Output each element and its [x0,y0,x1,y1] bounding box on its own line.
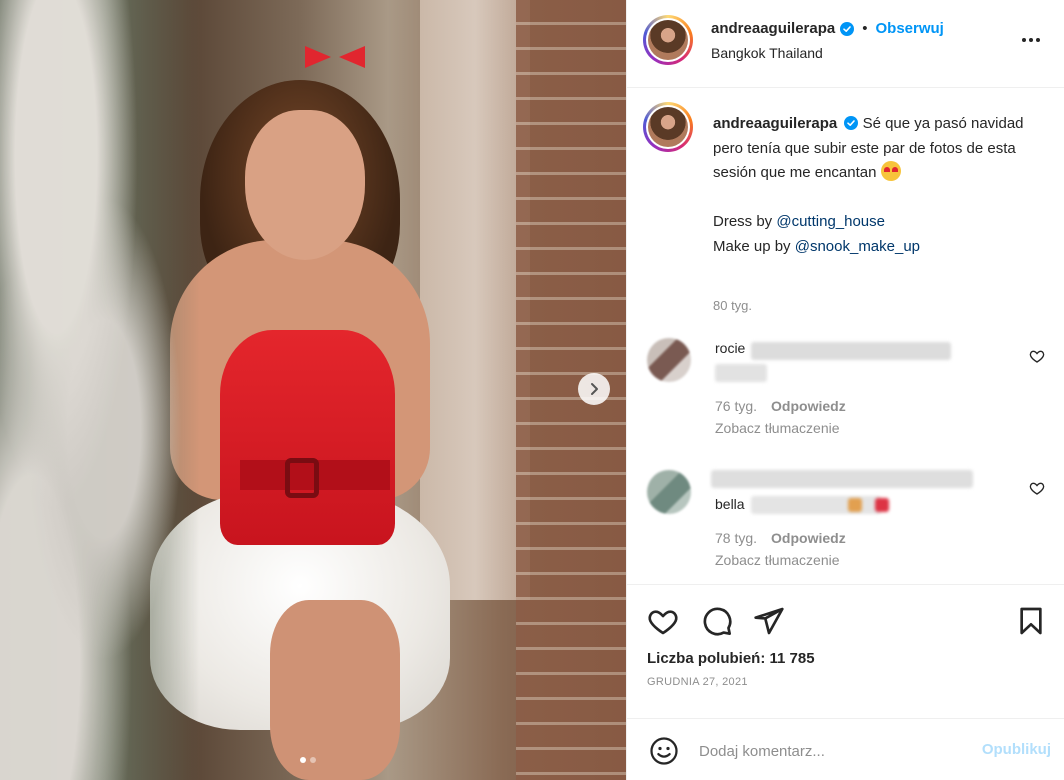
caption-username[interactable]: andreaaguilerapa [713,115,837,132]
carousel-next-button[interactable] [578,373,610,405]
verified-badge-icon [840,21,855,36]
caption-dress-prefix: Dress by [713,213,777,230]
emoji-picker-icon[interactable] [649,736,679,766]
post-location[interactable]: Bangkok Thailand [711,45,823,61]
commenter-username[interactable]: rocie [715,340,745,356]
comment-meta: 78 tyg. Odpowiedz [715,530,846,546]
caption-avatar[interactable] [643,102,693,152]
blurred-comment-username [711,470,973,488]
heart-eyes-emoji-icon [880,161,901,181]
post-header: andreaaguilerapa • Obserwuj Bangkok Thai… [627,0,1064,88]
comment-time[interactable]: 78 tyg. [715,530,757,546]
see-translation-link[interactable]: Zobacz tłumaczenie [715,420,840,436]
carousel-dots [300,757,316,763]
comment-input[interactable] [699,733,939,769]
caption-timestamp[interactable]: 80 tyg. [713,298,752,313]
header-separator: • [862,20,868,37]
blurred-emoji [875,498,889,512]
follow-button[interactable]: Obserwuj [875,20,943,37]
comment-item: bella 78 tyg. Odpowiedz Zobacz tłumaczen… [643,466,1053,576]
carousel-dot [310,757,316,763]
post-date[interactable]: GRUDNIA 27, 2021 [647,676,748,688]
blurred-comment-text [751,342,951,360]
author-username[interactable]: andreaaguilerapa [711,20,835,37]
mention-cutting-house[interactable]: @cutting_house [776,213,885,230]
likes-count[interactable]: Liczba polubień: 11 785 [647,650,815,667]
photo-snowy-tree [0,0,200,780]
like-comment-heart-icon[interactable] [1029,480,1045,496]
carousel-dot [300,757,306,763]
comment-time[interactable]: 76 tyg. [715,398,757,414]
commenter-avatar[interactable] [647,338,691,382]
comment-meta: 76 tyg. Odpowiedz [715,398,846,414]
post-comment-button[interactable]: Opublikuj [982,741,1051,758]
reply-button[interactable]: Odpowiedz [771,398,846,414]
comment-bubble-icon[interactable] [701,605,733,637]
comment-text: bella [715,496,745,512]
commenter-avatar[interactable] [647,470,691,514]
like-comment-heart-icon[interactable] [1029,348,1045,364]
red-corset [220,330,395,545]
mention-snook-make-up[interactable]: @snook_make_up [795,238,920,255]
chevron-right-icon [591,383,598,395]
caption-makeup-prefix: Make up by [713,237,795,255]
author-avatar[interactable] [643,15,693,65]
red-bow [305,40,365,76]
verified-badge-icon [844,116,859,130]
caption-text: andreaaguilerapa Sé que ya pasó navidad … [713,112,1053,259]
more-options-icon[interactable] [1019,28,1043,52]
reply-button[interactable]: Odpowiedz [771,530,846,546]
blurred-emoji [848,498,862,512]
share-paper-plane-icon[interactable] [753,605,785,637]
blurred-comment-text [715,364,767,382]
post-actions: Liczba polubień: 11 785 GRUDNIA 27, 2021 [627,585,1064,705]
see-translation-link[interactable]: Zobacz tłumaczenie [715,552,840,568]
like-heart-icon[interactable] [647,605,679,637]
post-sidebar: andreaaguilerapa • Obserwuj Bangkok Thai… [626,0,1064,780]
save-bookmark-icon[interactable] [1015,605,1047,637]
add-comment-bar: Opublikuj [627,718,1064,780]
comment-item: rocie 76 tyg. Odpowiedz Zobacz tłumaczen… [643,334,1053,444]
comments-scroll-area[interactable]: andreaaguilerapa Sé que ya pasó navidad … [627,88,1064,585]
post-photo[interactable] [0,0,626,780]
